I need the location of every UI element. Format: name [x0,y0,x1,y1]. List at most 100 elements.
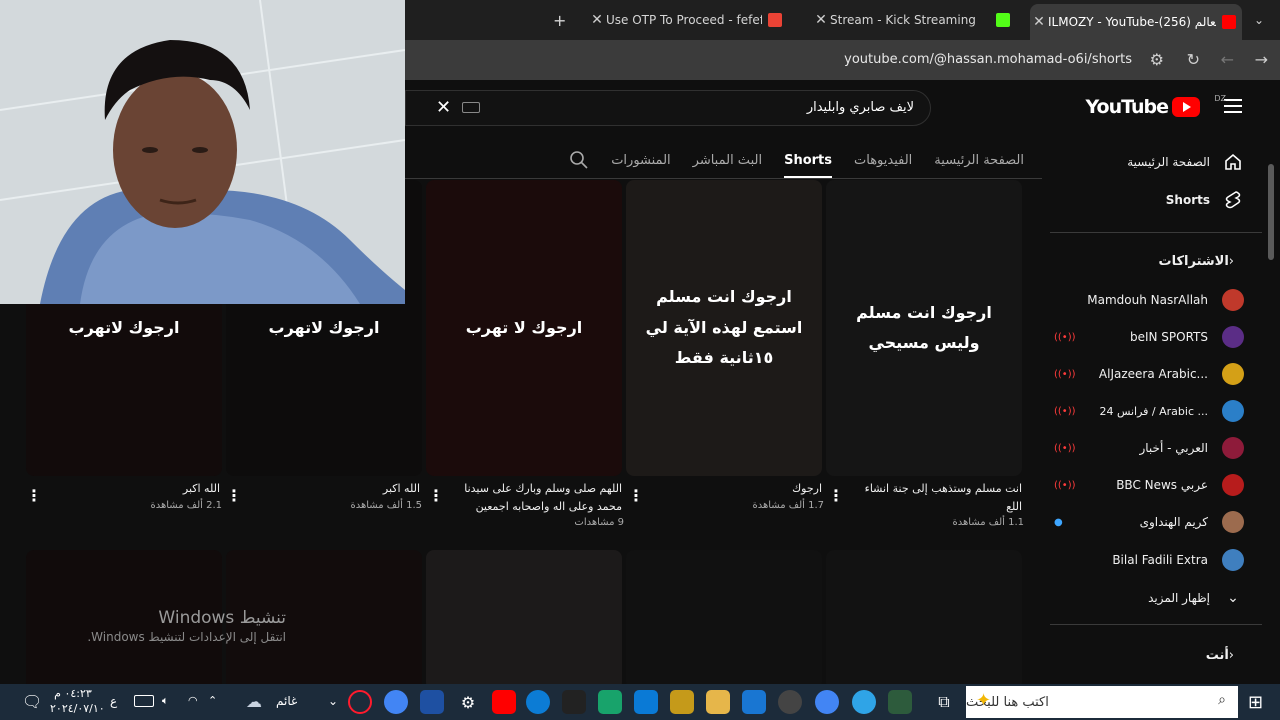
notifications-icon[interactable]: 🗨︎ [22,692,42,711]
weather-label[interactable]: غائم [276,694,297,708]
reload-icon[interactable]: ↻ [1187,50,1200,69]
activation-title: تنشيط Windows [158,608,286,628]
logo-text: YouTube [1085,96,1169,118]
shield-icon[interactable] [420,690,444,714]
folder-icon[interactable] [706,690,730,714]
chevron-up-icon[interactable]: ⌃ [208,694,217,707]
clock-date[interactable]: ٢٠٢٤/٠٧/١٠ [50,702,105,715]
scrollbar-thumb[interactable] [1268,164,1274,260]
show-more-button[interactable]: إظهار المزيد ⌄ [1054,580,1244,616]
short-thumbnail[interactable] [626,550,822,684]
short-thumbnail[interactable] [826,550,1022,684]
short-title[interactable]: انت مسلم وستذهب إلى جنة انشاء اللع [828,480,1024,515]
sidebar-item-subscription[interactable]: ((•)) BBC News عربي [1054,467,1244,503]
close-icon[interactable]: ✕ [1030,14,1048,30]
short-title[interactable]: الله اكبر [26,480,222,498]
forward-icon[interactable]: → [1255,50,1268,69]
youtube-logo[interactable]: YouTube [1086,96,1200,118]
short-title[interactable]: اللهم صلى وسلم وبارك على سيدنا محمد وعلى… [428,480,624,515]
windows-activation-watermark: تنشيط Windows انتقل إلى الإعدادات لتنشيط… [64,608,286,644]
tab-home[interactable]: الصفحة الرئيسية [934,142,1024,178]
sidebar-item-subscription[interactable]: ((•)) العربي - أخبار [1054,430,1244,466]
short-title[interactable]: الله اكبر [226,480,422,498]
more-options-icon[interactable]: ⋮ [26,486,42,505]
sidebar-item-home[interactable]: الصفحة الرئيسية [1054,144,1244,180]
avatar [1222,363,1244,385]
clear-search-icon[interactable]: ✕ [436,97,451,118]
subscriptions-header[interactable]: الاشتراكات › [1159,254,1244,269]
close-icon[interactable]: ✕ [812,12,830,28]
short-title[interactable]: ارجوك [628,480,824,498]
app-icon[interactable] [562,690,586,714]
sidebar-item-subscription[interactable]: ((•)) beIN SPORTS [1054,319,1244,355]
tab-posts[interactable]: المنشورات [611,142,670,178]
sidebar-item-shorts[interactable]: Shorts [1054,182,1244,218]
tab-youtube-active[interactable]: ✕ ILMOZY - YouTube-العالم (256) [1030,4,1242,40]
new-tab-button[interactable]: + [553,6,567,34]
thumbnail-text: ارجوك لاتهرب [268,317,380,337]
task-view-icon[interactable]: ⧉ [932,690,956,714]
more-options-icon[interactable]: ⋮ [628,486,644,505]
more-options-icon[interactable]: ⋮ [226,486,242,505]
chevron-down-icon[interactable]: ⌄ [328,694,338,708]
tab-gmail[interactable]: ✕ Use OTP To Proceed - fefefezzd [588,6,796,34]
windows-start-icon[interactable]: ⊞ [1248,692,1263,713]
short-thumbnail[interactable] [426,550,622,684]
obs-icon[interactable] [778,690,802,714]
tab-kick[interactable]: ✕ Stream - Kick Streaming [812,6,1016,34]
short-thumbnail[interactable]: ارجوك لا تهرب [426,180,622,476]
live-icon: ((•)) [1054,331,1076,343]
show-more-label: إظهار المزيد [1148,591,1210,605]
back-icon[interactable]: ← [1221,50,1234,69]
keyboard-icon[interactable] [134,695,154,707]
sidebar-item-subscription[interactable]: Mamdouh NasrAllah [1054,282,1244,318]
thumbnail-text: ارجوك لاتهرب [68,317,180,337]
sidebar-item-subscription[interactable]: Bilal Fadili Extra [1054,542,1244,578]
site-settings-icon[interactable]: ⚙ [1150,50,1164,69]
sidebar-item-label: Shorts [1165,193,1210,207]
mail-icon[interactable] [742,690,766,714]
avatar [1222,289,1244,311]
chevron-right-icon: › [1228,648,1234,663]
store-icon[interactable] [634,690,658,714]
tab-live[interactable]: البث المباشر [693,142,762,178]
close-icon[interactable]: ✕ [588,12,606,28]
keyboard-icon[interactable] [462,102,480,113]
thumbnail-text: ارجوك انت مسلم وليس مسيحي [856,302,992,352]
webcam-overlay [0,0,405,304]
menu-icon[interactable] [1224,99,1242,117]
new-content-dot-icon: ● [1054,516,1063,528]
clock-time[interactable]: ٠٤:٢٣ م [52,687,94,700]
more-options-icon[interactable]: ⋮ [828,486,844,505]
sidebar-item-subscription[interactable]: ((•)) AlJazeera Arabic... [1054,356,1244,392]
tab-list-chevron-icon[interactable]: ⌄ [1254,6,1270,34]
short-thumbnail[interactable]: ارجوك انت مسلم استمع لهذه الآية لي ١٥ثان… [626,180,822,476]
channel-search-icon[interactable] [569,142,589,178]
sidebar-item-subscription[interactable]: ((•)) فرانس 24 / Arabic ... [1054,393,1244,429]
chrome-icon[interactable] [384,690,408,714]
sidebar-item-subscription[interactable]: ● كريم الهنداوى [1054,504,1244,540]
taskbar-search-input[interactable]: اكتب هنا للبحث ⌕ ✦ [966,686,1238,718]
volume-icon[interactable]: 🔈︎ [162,694,169,708]
app-icon[interactable] [598,690,622,714]
search-input[interactable]: ✕ لايف صابري وابليدار [405,90,931,126]
app-icon[interactable] [670,690,694,714]
tab-shorts[interactable]: Shorts [784,142,832,178]
tab-videos[interactable]: الفيديوهات [854,142,912,178]
more-options-icon[interactable]: ⋮ [428,486,444,505]
tab-label: ILMOZY - YouTube-العالم (256) [1048,15,1216,29]
language-indicator[interactable]: ع [110,694,117,708]
wifi-icon[interactable]: ◠ [188,694,198,707]
home-icon [1222,151,1244,173]
youtube-icon[interactable] [492,690,516,714]
app-icon[interactable] [888,690,912,714]
url-field[interactable]: youtube.com/@hassan.mohamad-o6i/shorts [844,52,1132,67]
opera-icon[interactable] [348,690,372,714]
short-thumbnail[interactable]: ارجوك انت مسلم وليس مسيحي [826,180,1022,476]
settings-icon[interactable]: ⚙ [456,690,480,714]
chrome-icon[interactable] [815,690,839,714]
you-header[interactable]: أنت › [1206,648,1244,663]
short-views: 9 مشاهدات [574,517,624,529]
app-icon[interactable] [852,690,876,714]
edge-icon[interactable] [526,690,550,714]
